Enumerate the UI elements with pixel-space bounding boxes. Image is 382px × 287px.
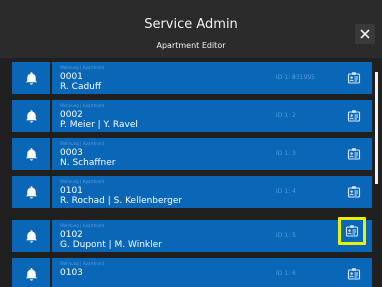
- bell-icon: [25, 109, 37, 123]
- apartment-code: 0003: [60, 148, 83, 158]
- category-label: Wohnung | Apartment: [60, 261, 105, 266]
- id-card-button-inner[interactable]: [341, 220, 363, 242]
- apartment-code: 0001: [60, 72, 83, 82]
- bell-icon: [25, 267, 37, 281]
- apartment-code: 0002: [60, 110, 83, 120]
- bell-icon: [25, 71, 37, 85]
- apartment-id: ID 1: 5: [276, 232, 296, 239]
- id-card-icon: [347, 268, 361, 280]
- bell-icon: [25, 147, 37, 161]
- id-card-icon: [347, 72, 361, 84]
- category-label: Wohnung | Apartment: [60, 179, 105, 184]
- resident-names: R. Caduff: [60, 82, 102, 92]
- close-icon: [360, 29, 370, 39]
- apartment-entry[interactable]: Wohnung | Apartment 0002 P. Meier | Y. R…: [52, 100, 372, 132]
- apartment-id: ID 1: 6: [276, 270, 296, 277]
- bell-icon: [25, 229, 37, 243]
- apartment-row[interactable]: Wohnung | Apartment 0002 P. Meier | Y. R…: [12, 100, 372, 132]
- bell-button[interactable]: [12, 258, 50, 287]
- resident-names: R. Rochad | S. Kellenberger: [60, 196, 183, 206]
- apartment-row[interactable]: Wohnung | Apartment 0001 R. Caduff ID 1:…: [12, 62, 372, 94]
- apartment-row[interactable]: Wohnung | Apartment 0103 ID 1: 6: [12, 258, 372, 287]
- apartment-id: ID 1: 4: [276, 188, 296, 195]
- apartment-entry[interactable]: Wohnung | Apartment 0102 G. Dupont | M. …: [52, 217, 372, 252]
- apartment-id: ID 1: 831995: [276, 74, 315, 81]
- apartment-entry[interactable]: Wohnung | Apartment 0001 R. Caduff ID 1:…: [52, 62, 372, 94]
- id-card-button[interactable]: [342, 66, 366, 90]
- id-card-icon: [347, 110, 361, 122]
- id-card-button[interactable]: [342, 104, 366, 128]
- id-card-button[interactable]: [342, 142, 366, 166]
- id-card-icon: [347, 148, 361, 160]
- bell-button[interactable]: [12, 176, 50, 208]
- header: Service Admin Apartment Editor: [0, 0, 382, 58]
- apartment-id: ID 1: 3: [276, 150, 296, 157]
- apartment-code: 0102: [60, 230, 83, 240]
- bell-button[interactable]: [12, 62, 50, 94]
- id-card-icon: [347, 186, 361, 198]
- scrollbar[interactable]: [375, 72, 378, 184]
- bell-icon: [25, 185, 37, 199]
- apartment-row[interactable]: Wohnung | Apartment 0003 N. Schaffner ID…: [12, 138, 372, 170]
- category-label: Wohnung | Apartment: [60, 103, 105, 108]
- id-card-button[interactable]: [342, 180, 366, 204]
- apartment-code: 0103: [60, 268, 83, 278]
- apartment-row[interactable]: Wohnung | Apartment 0102 G. Dupont | M. …: [12, 217, 372, 252]
- apartment-row[interactable]: Wohnung | Apartment 0101 R. Rochad | S. …: [12, 176, 372, 208]
- apartment-id: ID 1: 2: [276, 112, 296, 119]
- close-button[interactable]: [355, 24, 375, 44]
- apartment-entry[interactable]: Wohnung | Apartment 0103 ID 1: 6: [52, 258, 372, 287]
- resident-names: N. Schaffner: [60, 158, 116, 168]
- bell-button[interactable]: [12, 138, 50, 170]
- page-title: Service Admin: [144, 17, 238, 32]
- apartment-code: 0101: [60, 186, 83, 196]
- bell-button[interactable]: [12, 220, 50, 252]
- id-card-button[interactable]: [342, 262, 366, 286]
- apartment-entry[interactable]: Wohnung | Apartment 0101 R. Rochad | S. …: [52, 176, 372, 208]
- resident-names: P. Meier | Y. Ravel: [60, 120, 138, 130]
- category-label: Wohnung | Apartment: [60, 223, 105, 228]
- bell-button[interactable]: [12, 100, 50, 132]
- id-card-icon: [345, 225, 359, 237]
- resident-names: G. Dupont | M. Winkler: [60, 240, 162, 250]
- id-card-button-selected[interactable]: [338, 217, 366, 245]
- page-subtitle: Apartment Editor: [156, 41, 226, 50]
- category-label: Wohnung | Apartment: [60, 65, 105, 70]
- apartment-list[interactable]: Wohnung | Apartment 0001 R. Caduff ID 1:…: [12, 62, 374, 287]
- category-label: Wohnung | Apartment: [60, 141, 105, 146]
- apartment-entry[interactable]: Wohnung | Apartment 0003 N. Schaffner ID…: [52, 138, 372, 170]
